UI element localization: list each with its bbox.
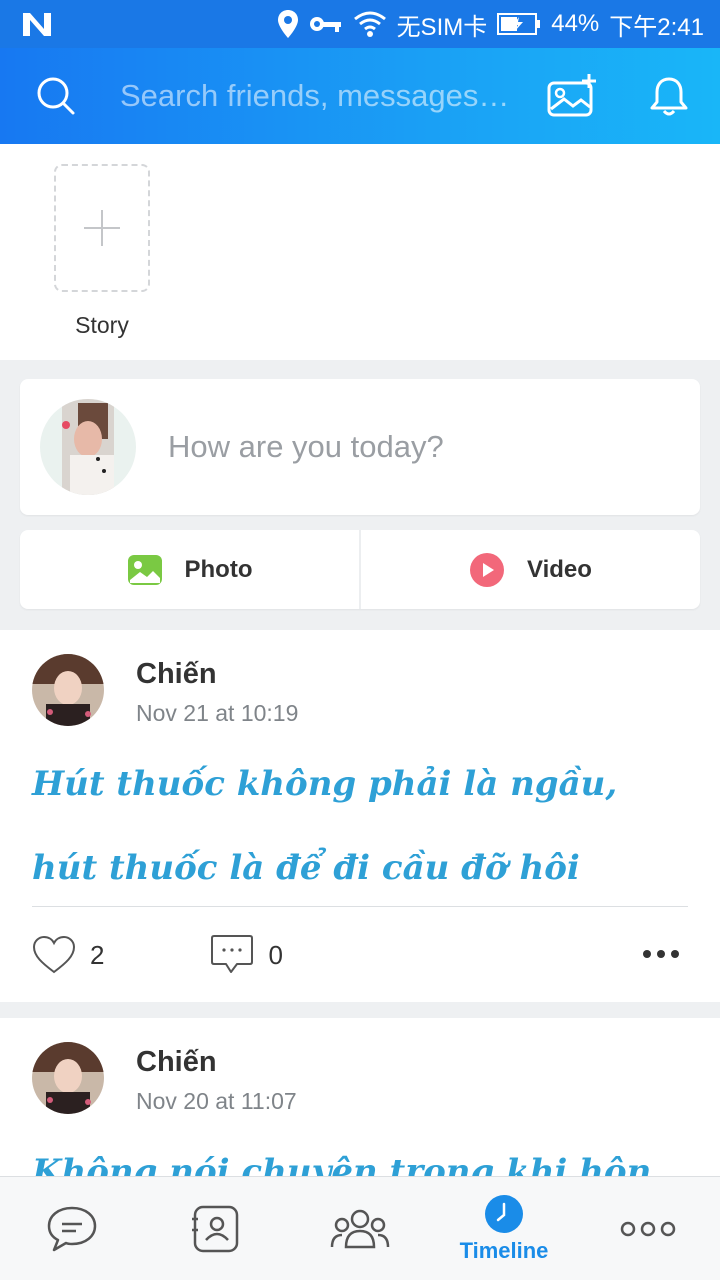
story-label: Story	[75, 312, 129, 338]
more-dots-icon	[643, 950, 679, 958]
key-icon	[309, 17, 341, 32]
top-header: Search friends, messages…	[0, 48, 720, 144]
nav-contacts[interactable]	[144, 1177, 288, 1280]
groups-icon	[330, 1209, 390, 1248]
notifications-button[interactable]	[639, 66, 699, 126]
heart-icon	[32, 935, 76, 974]
post-more-button[interactable]	[642, 946, 680, 964]
post-actions: 2 0	[32, 926, 688, 984]
plus-icon	[84, 210, 120, 246]
post-separator	[32, 906, 688, 907]
post-text: Không nói chuyện trong khi hôn.	[32, 1152, 664, 1180]
photo-icon	[127, 554, 162, 585]
like-count: 2	[90, 939, 105, 970]
location-icon	[277, 10, 298, 38]
post-timestamp: Nov 21 at 10:19	[136, 700, 299, 726]
search-icon	[37, 77, 75, 115]
more-icon	[620, 1221, 676, 1236]
carrier-text: 无SIM卡	[396, 13, 488, 41]
n-logo-icon	[23, 13, 51, 36]
avatar[interactable]	[32, 1042, 104, 1114]
chat-icon	[47, 1206, 97, 1251]
timeline-icon	[485, 1194, 523, 1233]
image-add-icon	[547, 74, 596, 117]
search-input[interactable]: Search friends, messages…	[120, 78, 515, 114]
contacts-icon	[192, 1205, 239, 1252]
comment-button[interactable]: 0	[210, 934, 283, 976]
post-text: Hút thuốc không phải là ngầu, hút thuốc …	[32, 764, 618, 888]
feed-post: Chiến Nov 21 at 10:19 Hút thuốc không ph…	[0, 630, 720, 1002]
post-author[interactable]: Chiến	[136, 658, 217, 691]
post-composer[interactable]: How are you today?	[20, 379, 700, 515]
media-buttons-row: Photo Video	[20, 530, 700, 609]
feed-post: Chiến Nov 20 at 11:07 Không nói chuyện t…	[0, 1018, 720, 1180]
nav-more[interactable]	[576, 1177, 720, 1280]
author-avatar-image	[32, 654, 104, 726]
photo-label: Photo	[184, 555, 253, 583]
clock-time: 下午2:41	[609, 13, 704, 41]
user-avatar-image	[40, 399, 136, 495]
battery-percent: 44%	[551, 10, 600, 37]
battery-icon	[497, 13, 541, 35]
video-label: Video	[527, 555, 592, 583]
nav-messages[interactable]	[0, 1177, 144, 1280]
like-button[interactable]: 2	[32, 935, 104, 975]
nav-groups[interactable]	[288, 1177, 432, 1280]
post-timestamp: Nov 20 at 11:07	[136, 1088, 297, 1114]
add-photo-button[interactable]	[543, 66, 603, 126]
search-button[interactable]	[26, 66, 86, 126]
avatar	[40, 399, 136, 495]
nav-timeline[interactable]: Timeline	[432, 1177, 576, 1280]
status-bar: 无SIM卡 44% 下午2:41	[0, 0, 720, 48]
photo-button[interactable]: Photo	[20, 530, 359, 609]
post-author[interactable]: Chiến	[136, 1046, 217, 1079]
composer-prompt[interactable]: How are you today?	[168, 429, 444, 465]
avatar[interactable]	[32, 654, 104, 726]
comment-count: 0	[268, 939, 283, 970]
wifi-icon	[353, 11, 386, 37]
nav-timeline-label: Timeline	[459, 1237, 549, 1263]
add-story-button[interactable]	[54, 164, 150, 292]
bottom-navigation: Timeline	[0, 1176, 720, 1280]
author-avatar-image	[32, 1042, 104, 1114]
bell-icon	[650, 77, 688, 116]
video-play-icon	[470, 552, 505, 587]
video-button[interactable]: Video	[361, 530, 700, 609]
stories-section: Story	[0, 144, 720, 360]
comment-icon	[211, 935, 254, 973]
